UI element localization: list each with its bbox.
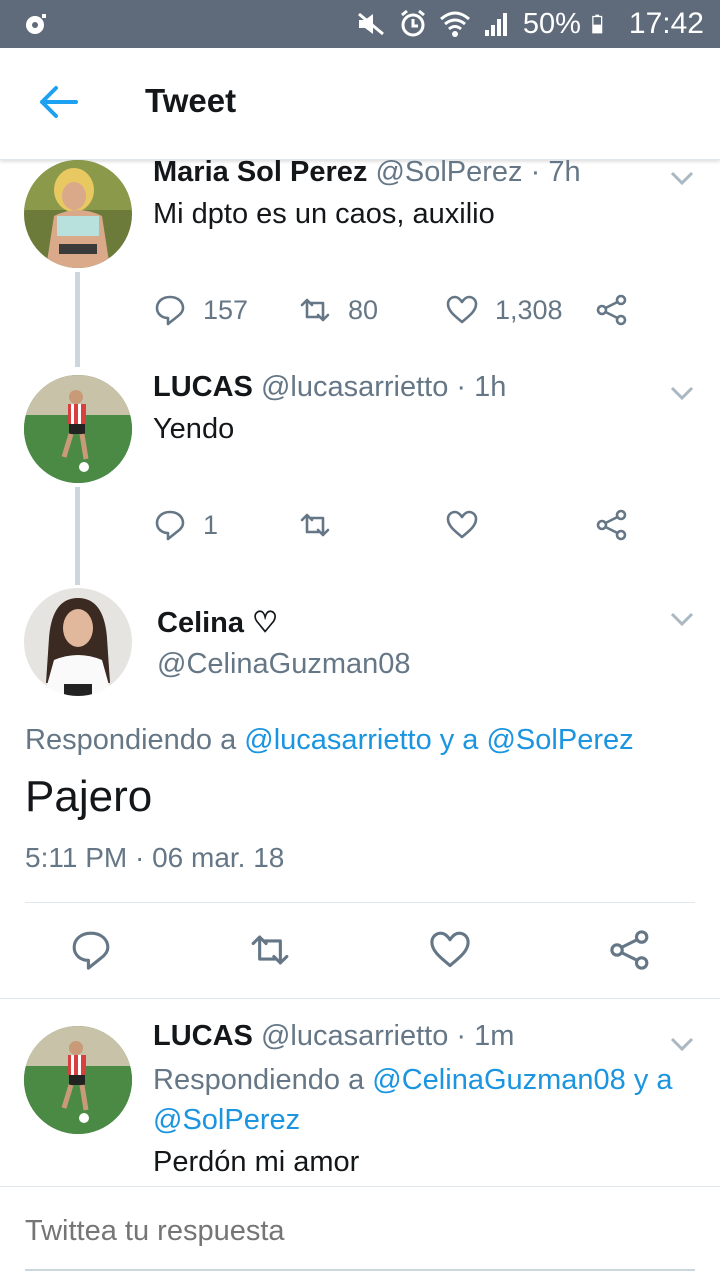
author-handle[interactable]: @lucasarrietto [261, 1020, 448, 1052]
battery-percent: 50% [522, 7, 581, 40]
share-icon [596, 294, 627, 326]
mute-icon [357, 12, 384, 36]
author-name[interactable]: LUCAS [153, 1020, 253, 1052]
author-name[interactable]: Maria Sol Perez [153, 156, 367, 188]
status-icons: 50% 17:42 [355, 6, 704, 42]
retweet-icon [300, 513, 330, 537]
retweet-button[interactable]: 80 [298, 290, 378, 330]
share-button[interactable] [595, 505, 629, 545]
author-name[interactable]: Celina ♡ [157, 605, 278, 640]
retweet-button[interactable] [298, 505, 332, 545]
tweet-actions: 1 [153, 505, 653, 545]
share-icon[interactable] [608, 928, 652, 972]
tweet-header: LUCAS @lucasarrietto · 1m [153, 1020, 514, 1053]
reply-button[interactable]: 157 [153, 290, 248, 330]
like-button[interactable] [445, 505, 479, 545]
author-handle[interactable]: @lucasarrietto [261, 371, 448, 403]
reply-icon [155, 295, 185, 326]
chevron-down-icon[interactable] [670, 1036, 694, 1052]
avatar-photo [24, 375, 132, 483]
author-name[interactable]: LUCAS [153, 371, 253, 403]
tweet-time: · 1m [456, 1020, 515, 1052]
heart-icon[interactable] [428, 928, 472, 972]
main-tweet-actions [0, 928, 720, 978]
tweet-text: Perdón mi amor [153, 1146, 360, 1178]
alarm-icon [400, 9, 425, 37]
chevron-down-icon[interactable] [670, 170, 694, 186]
replying-to-mentions[interactable]: @lucasarrietto y a @SolPerez [244, 724, 633, 756]
reply-count: 1 [203, 509, 219, 540]
reply-count: 157 [203, 294, 249, 325]
chevron-down-icon[interactable] [670, 385, 694, 401]
retweet-count: 80 [348, 294, 379, 325]
reply-composer [0, 1186, 720, 1280]
heart-icon [446, 510, 478, 539]
tweet-text: Yendo [153, 413, 235, 445]
reply-icon[interactable] [69, 928, 113, 972]
share-button[interactable] [595, 290, 629, 330]
back-arrow-icon[interactable] [36, 84, 80, 120]
chevron-down-icon[interactable] [670, 611, 694, 627]
tweet-time: · 7h [530, 156, 581, 188]
divider [0, 998, 720, 999]
retweet-icon [300, 298, 330, 322]
avatar[interactable] [24, 160, 132, 268]
tweet-item[interactable]: LUCAS @lucasarrietto · 1m Respondiendo a… [0, 1020, 720, 1184]
divider [25, 902, 695, 903]
avatar-photo [24, 1026, 132, 1134]
tweet-header: LUCAS @lucasarrietto · 1h [153, 371, 506, 404]
avatar[interactable] [24, 1026, 132, 1134]
tweet-actions: 157 80 1,308 [153, 290, 653, 330]
reply-icon [155, 510, 185, 541]
retweet-icon[interactable] [248, 928, 292, 972]
avatar-photo [24, 588, 132, 696]
avatar-photo [24, 160, 132, 268]
heart-icon [446, 295, 478, 324]
signal-icon [484, 13, 507, 36]
like-button[interactable]: 1,308 [445, 290, 563, 330]
reply-button[interactable]: 1 [153, 505, 218, 545]
thread-line [75, 487, 80, 585]
like-count: 1,308 [495, 294, 563, 325]
author-handle[interactable]: @SolPerez [375, 156, 522, 188]
replying-to-mentions[interactable]: @CelinaGuzman08 y a [372, 1064, 672, 1096]
top-app-bar: Tweet [0, 48, 720, 160]
reply-input[interactable] [25, 1215, 695, 1248]
author-handle[interactable]: @CelinaGuzman08 [157, 648, 411, 681]
clock: 17:42 [628, 7, 704, 40]
tweet-item[interactable]: Maria Sol Perez @SolPerez · 7h Mi dpto e… [0, 156, 720, 367]
tweet-time: · 1h [456, 371, 507, 403]
replying-to: Respondiendo a @lucasarrietto y a @SolPe… [25, 724, 634, 757]
avatar[interactable] [24, 375, 132, 483]
avatar[interactable] [24, 588, 132, 696]
reply-input-underline [25, 1269, 695, 1271]
battery-icon [592, 14, 603, 34]
tweet-text: Mi dpto es un caos, auxilio [153, 198, 495, 230]
share-icon [596, 509, 627, 541]
tweet-header: Maria Sol Perez @SolPerez · 7h [153, 156, 581, 189]
tweet-text: Pajero [25, 772, 153, 821]
tweet-timestamp[interactable]: 5:11 PM · 06 mar. 18 [25, 842, 284, 874]
replying-to-label: Respondiendo a [25, 724, 237, 756]
replying-to-mention[interactable]: @SolPerez [153, 1104, 300, 1137]
replying-to-label: Respondiendo a [153, 1064, 365, 1096]
replying-to: Respondiendo a @CelinaGuzman08 y a [153, 1064, 673, 1097]
page-title: Tweet [145, 82, 237, 119]
status-bar: 50% 17:42 [0, 0, 720, 48]
tweet-item[interactable]: LUCAS @lucasarrietto · 1h Yendo 1 [0, 371, 720, 585]
wifi-icon [439, 11, 470, 37]
media-notification-icon [26, 14, 46, 34]
thread-line [75, 272, 80, 367]
